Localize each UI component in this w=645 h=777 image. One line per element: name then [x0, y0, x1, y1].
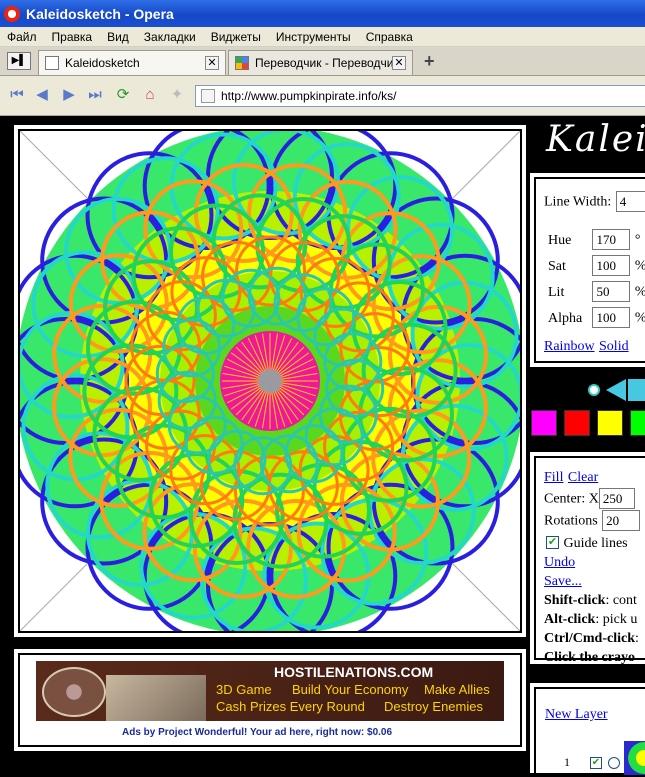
- rotations-input[interactable]: 20: [602, 510, 641, 531]
- tab-bar: ▶▌ Kaleidosketch ✕ Переводчик - Переводч…: [0, 47, 645, 76]
- canvas-frame: [14, 125, 526, 637]
- guide-lines-checkbox[interactable]: ✔: [546, 536, 559, 550]
- fill-link[interactable]: Fill: [544, 470, 563, 485]
- ad-line1-game: 3D Game: [216, 682, 272, 697]
- hint-alt-click: Alt-click: pick u: [544, 612, 638, 627]
- back-icon[interactable]: ◀: [33, 86, 51, 104]
- ad-crosshair-icon: [42, 667, 106, 717]
- line-controls-panel: Line Width: 4 Hue 170 ° Sat 100 % Lit 50…: [530, 173, 645, 367]
- ad-site: HOSTILENATIONS.COM: [274, 664, 434, 680]
- ad-buildings-image: [106, 675, 206, 721]
- hue-label: Hue: [548, 232, 572, 248]
- ad-frame: HOSTILENATIONS.COM 3D Game Build Your Ec…: [14, 649, 526, 751]
- center-x-input[interactable]: 250: [598, 488, 635, 509]
- menu-tools[interactable]: Инструменты: [276, 30, 351, 44]
- guide-lines-label: Guide lines: [563, 536, 628, 551]
- hint-ctrl-click: Ctrl/Cmd-click:: [544, 631, 639, 646]
- tab-translator[interactable]: Переводчик - Переводчи... ✕: [228, 50, 413, 75]
- tab-label: Kaleidosketch: [65, 56, 140, 70]
- menu-edit[interactable]: Правка: [52, 30, 93, 44]
- menu-file[interactable]: Файл: [7, 30, 37, 44]
- ad-footer-link[interactable]: Ads by Project Wonderful! Your ad here, …: [122, 727, 392, 738]
- tools-panel-border: Fill Clear Center: X 250 Rotations 20 ✔ G…: [534, 456, 645, 665]
- center-label: Center: X: [544, 491, 599, 507]
- swatch-magenta[interactable]: [531, 410, 557, 436]
- address-url: http://www.pumpkinpirate.info/ks/: [221, 89, 397, 103]
- layer-number: 1: [564, 755, 570, 769]
- rewind-icon[interactable]: ⏮: [8, 86, 26, 104]
- site-logo: Kaleid: [546, 119, 645, 160]
- alpha-label: Alpha: [548, 310, 583, 326]
- rainbow-link[interactable]: Rainbow: [544, 339, 595, 354]
- swatch-yellow[interactable]: [597, 410, 623, 436]
- panel-toggle-button[interactable]: ▶▌: [7, 52, 31, 70]
- reload-icon[interactable]: ⟳: [114, 86, 132, 104]
- ad-line1-economy: Build Your Economy: [292, 682, 409, 697]
- close-tab-icon[interactable]: ✕: [392, 56, 406, 70]
- wand-icon[interactable]: ✦: [168, 86, 186, 104]
- drawing-canvas[interactable]: [20, 131, 520, 631]
- palette-scroll-bar[interactable]: [628, 379, 645, 401]
- hue-input[interactable]: 170: [592, 229, 631, 250]
- save-link[interactable]: Save...: [544, 574, 582, 589]
- page-info-icon: [201, 89, 215, 103]
- line-controls-border: Line Width: 4 Hue 170 ° Sat 100 % Lit 50…: [534, 177, 645, 363]
- layers-panel: New Layer 1 ✔: [530, 683, 645, 777]
- forward-icon[interactable]: ▶: [60, 86, 78, 104]
- navigation-bar: ⏮ ◀ ▶ ⏭ ⟳ ⌂ ✦ http://www.pumpkinpirate.i…: [0, 76, 645, 116]
- sat-unit: %: [635, 259, 645, 274]
- clear-link[interactable]: Clear: [568, 470, 598, 485]
- sat-label: Sat: [548, 258, 566, 274]
- menu-bar: Файл Правка Вид Закладки Виджеты Инструм…: [0, 27, 645, 47]
- layer-thumbnail[interactable]: [624, 741, 645, 775]
- swatch-green[interactable]: [630, 410, 645, 436]
- home-icon[interactable]: ⌂: [141, 86, 159, 104]
- layer-radio[interactable]: [608, 757, 620, 769]
- pattern-center: [258, 369, 282, 393]
- google-favicon-icon: [235, 56, 249, 70]
- window-titlebar: Kaleidosketch - Opera: [0, 0, 645, 27]
- alpha-unit: %: [635, 311, 645, 326]
- line-width-input[interactable]: 4: [615, 191, 645, 212]
- layers-panel-border: New Layer 1 ✔: [534, 687, 645, 777]
- swatch-red[interactable]: [564, 410, 590, 436]
- new-layer-link[interactable]: New Layer: [545, 707, 608, 722]
- lit-label: Lit: [548, 284, 565, 300]
- palette-scroll-icon[interactable]: [588, 384, 600, 396]
- hint-crayon: Click the crayo: [544, 650, 635, 665]
- window-title: Kaleidosketch - Opera: [26, 5, 174, 22]
- lit-unit: %: [635, 285, 645, 300]
- hint-shift-click: Shift-click: cont: [544, 593, 637, 608]
- palette-left-arrow-icon[interactable]: [606, 379, 626, 401]
- menu-view[interactable]: Вид: [107, 30, 129, 44]
- hue-unit: °: [634, 232, 641, 248]
- close-tab-icon[interactable]: ✕: [205, 56, 219, 70]
- layer-visible-checkbox[interactable]: ✔: [590, 757, 602, 769]
- menu-help[interactable]: Справка: [366, 30, 413, 44]
- tools-panel: Fill Clear Center: X 250 Rotations 20 ✔ G…: [530, 452, 645, 665]
- new-tab-button[interactable]: +: [424, 51, 435, 72]
- tab-label: Переводчик - Переводчи...: [255, 56, 404, 70]
- line-width-label: Line Width:: [544, 194, 612, 210]
- alpha-input[interactable]: 100: [592, 307, 631, 328]
- opera-logo-icon: [4, 5, 20, 22]
- menu-bookmarks[interactable]: Закладки: [144, 30, 196, 44]
- tab-kaleidosketch[interactable]: Kaleidosketch ✕: [38, 50, 226, 75]
- lit-input[interactable]: 50: [592, 281, 631, 302]
- undo-link[interactable]: Undo: [544, 555, 575, 570]
- ad-line1-allies: Make Allies: [424, 682, 490, 697]
- solid-link[interactable]: Solid: [599, 339, 629, 354]
- menu-widgets[interactable]: Виджеты: [211, 30, 261, 44]
- ad-line2-destroy: Destroy Enemies: [384, 699, 483, 714]
- sat-input[interactable]: 100: [592, 255, 631, 276]
- page-icon: [45, 56, 59, 70]
- ad-banner[interactable]: HOSTILENATIONS.COM 3D Game Build Your Ec…: [36, 661, 504, 721]
- address-bar[interactable]: http://www.pumpkinpirate.info/ks/: [195, 85, 645, 107]
- page-content: Kaleid Line Width: 4 Hue 170 ° Sat 100 %…: [0, 117, 645, 777]
- rotations-label: Rotations: [544, 513, 598, 529]
- fast-forward-icon[interactable]: ⏭: [86, 86, 104, 104]
- canvas-border: [18, 129, 522, 633]
- ad-line2-prizes: Cash Prizes Every Round: [216, 699, 365, 714]
